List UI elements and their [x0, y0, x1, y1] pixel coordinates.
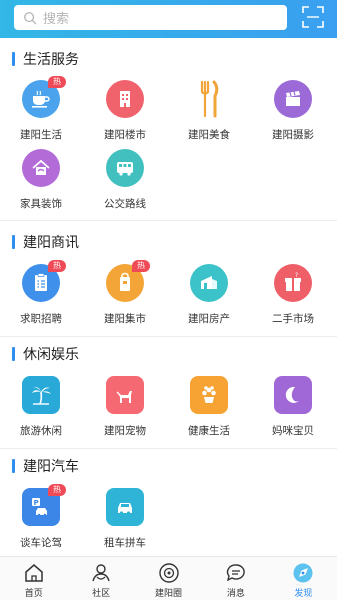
item-label: 租车拼车 — [104, 537, 146, 549]
item-label: 建阳宠物 — [104, 425, 146, 437]
scan-icon[interactable] — [302, 6, 324, 28]
item-label: 建阳楼市 — [104, 129, 146, 141]
section-title-bar — [12, 235, 15, 249]
house-sale-icon — [190, 264, 228, 302]
service-item-mommy-baby[interactable]: 妈咪宝贝 — [258, 376, 328, 444]
bottom-tab-bar: 首页 社区 建阳圈 消息 发现 — [0, 556, 337, 600]
fork-knife-icon — [190, 80, 228, 118]
palm-tree-icon — [22, 376, 60, 414]
tab-label: 首页 — [24, 589, 43, 599]
top-header: 搜索 — [0, 0, 337, 38]
house-icon — [22, 149, 60, 187]
message-icon — [226, 564, 245, 582]
service-item-jianyang-pets[interactable]: 建阳宠物 — [90, 376, 160, 444]
section-jianyang-auto: 建阳汽车 P 热 谈车论驾 租车拼车 — [0, 450, 337, 556]
section-title-text: 建阳商讯 — [23, 235, 79, 251]
section-leisure-entertainment: 休闲娱乐 旅游休闲 建阳宠物 健康生活 妈咪宝贝 — [0, 338, 337, 446]
service-item-jianyang-photography[interactable]: 建阳摄影 — [258, 80, 328, 148]
service-item-jianyang-market[interactable]: 热 建阳集市 — [90, 260, 160, 332]
tab-community[interactable]: 社区 — [67, 557, 134, 600]
item-label: 妈咪宝贝 — [272, 425, 314, 437]
section-title: 生活服务 — [12, 51, 79, 68]
service-item-jianyang-food[interactable]: 建阳美食 — [174, 80, 244, 148]
svg-text:P: P — [34, 499, 39, 507]
service-item-car-rental-carpool[interactable]: 租车拼车 — [90, 488, 160, 556]
tab-messages[interactable]: 消息 — [202, 557, 269, 600]
gift-box-icon: ? — [274, 264, 312, 302]
tab-discover[interactable]: 发现 — [270, 557, 337, 600]
service-item-car-talk[interactable]: P 热 谈车论驾 — [6, 484, 76, 556]
item-label: 建阳美食 — [188, 129, 230, 141]
tab-label: 消息 — [226, 589, 245, 599]
section-title: 休闲娱乐 — [12, 346, 79, 363]
hot-badge: 热 — [48, 484, 66, 496]
hot-badge: 热 — [48, 260, 66, 272]
section-title-text: 休闲娱乐 — [23, 347, 79, 363]
section-title-bar — [12, 52, 15, 66]
section-title-text: 建阳汽车 — [23, 459, 79, 475]
section-divider — [0, 336, 337, 337]
service-item-travel-leisure[interactable]: 旅游休闲 — [6, 376, 76, 444]
service-item-second-hand-market[interactable]: ? 二手市场 — [258, 264, 328, 332]
item-label: 二手市场 — [272, 313, 314, 325]
search-icon — [24, 11, 37, 24]
item-label: 建阳生活 — [20, 129, 62, 141]
tab-label: 社区 — [92, 589, 111, 599]
tab-home[interactable]: 首页 — [0, 557, 67, 600]
item-label: 家具装饰 — [20, 198, 62, 210]
search-placeholder: 搜索 — [43, 12, 70, 27]
circle-icon — [158, 563, 179, 583]
item-label: 建阳房产 — [188, 313, 230, 325]
item-label: 谈车论驾 — [20, 537, 62, 549]
section-divider — [0, 448, 337, 449]
section-divider — [0, 220, 337, 221]
tab-jianyang-circle[interactable]: 建阳圈 — [135, 557, 202, 600]
hot-badge: 热 — [48, 76, 66, 88]
item-label: 旅游休闲 — [20, 425, 62, 437]
clapperboard-icon — [274, 80, 312, 118]
main-content: 生活服务 热 建阳生活 建阳楼市 建阳美食 建阳摄影 家具装饰 公交路线 建阳商… — [0, 38, 337, 556]
item-label: 健康生活 — [188, 425, 230, 437]
item-label: 建阳集市 — [104, 313, 146, 325]
item-label: 求职招聘 — [20, 313, 62, 325]
section-title-bar — [12, 347, 15, 361]
service-item-job-recruitment[interactable]: 热 求职招聘 — [6, 260, 76, 332]
section-title: 建阳汽车 — [12, 458, 79, 475]
service-item-jianyang-life[interactable]: 热 建阳生活 — [6, 76, 76, 148]
community-icon — [92, 564, 110, 582]
hot-badge: 热 — [132, 260, 150, 272]
item-label: 公交路线 — [104, 198, 146, 210]
building-icon — [106, 80, 144, 118]
service-item-home-decor[interactable]: 家具装饰 — [6, 149, 76, 217]
tab-label: 发现 — [294, 589, 313, 599]
search-input[interactable]: 搜索 — [14, 5, 287, 30]
item-label: 建阳摄影 — [272, 129, 314, 141]
service-item-jianyang-property[interactable]: 建阳楼市 — [90, 80, 160, 148]
discover-icon — [293, 563, 313, 583]
svg-text:?: ? — [295, 272, 298, 279]
section-title: 建阳商讯 — [12, 234, 79, 251]
bus-icon — [106, 149, 144, 187]
car-icon — [106, 488, 144, 526]
flower-pot-icon — [190, 376, 228, 414]
section-title-text: 生活服务 — [23, 52, 79, 68]
baby-icon — [274, 376, 312, 414]
service-item-bus-routes[interactable]: 公交路线 — [90, 149, 160, 217]
service-item-jianyang-real-estate[interactable]: 建阳房产 — [174, 264, 244, 332]
home-icon — [24, 564, 43, 582]
service-item-healthy-living[interactable]: 健康生活 — [174, 376, 244, 444]
tab-label: 建阳圈 — [155, 589, 183, 599]
section-business-news: 建阳商讯 热 求职招聘 热 建阳集市 建阳房产 ? 二手市场 — [0, 226, 337, 334]
dog-icon — [106, 376, 144, 414]
section-life-services: 生活服务 热 建阳生活 建阳楼市 建阳美食 建阳摄影 家具装饰 公交路线 — [0, 38, 337, 218]
section-title-bar — [12, 459, 15, 473]
